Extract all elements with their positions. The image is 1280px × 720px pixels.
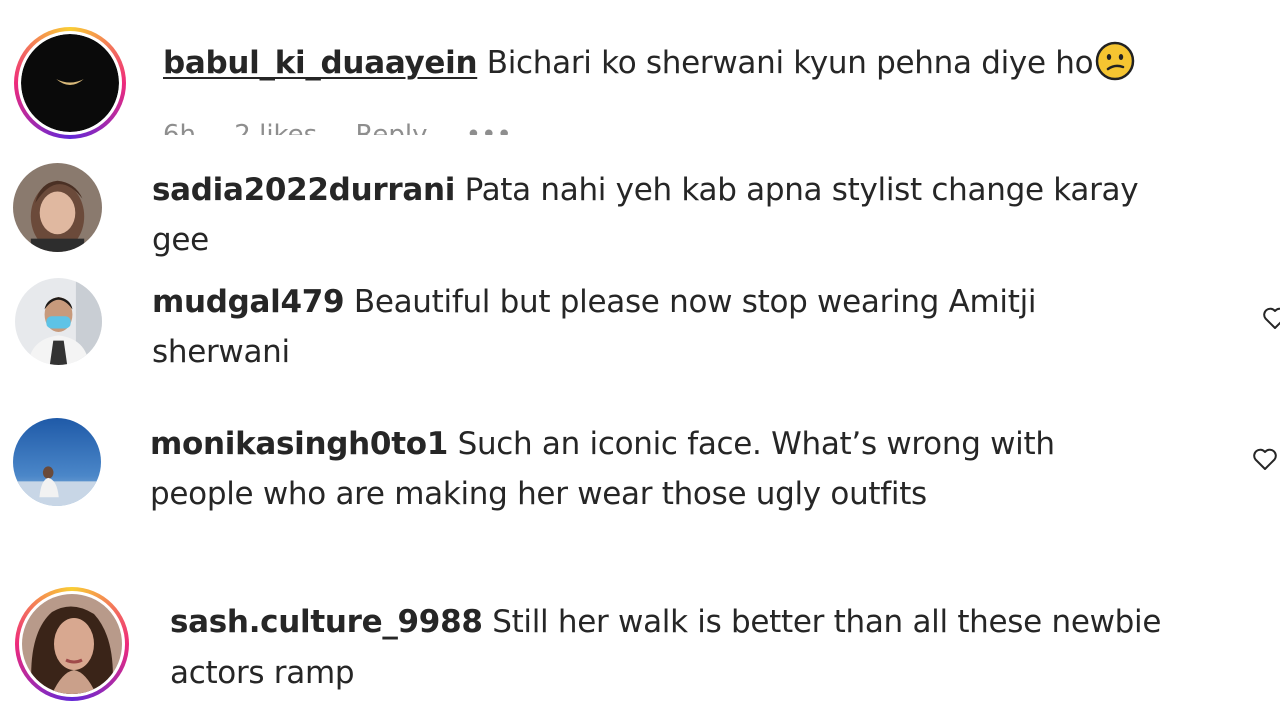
avatar[interactable] <box>15 278 102 365</box>
comment-likes[interactable]: 2 likes <box>234 120 317 135</box>
story-ring[interactable] <box>15 587 129 701</box>
comment-text: Pata nahi yeh kab apna stylist change ka… <box>464 172 1139 208</box>
avatar[interactable] <box>22 594 122 694</box>
heart-outline-icon[interactable] <box>1262 306 1280 330</box>
avatar[interactable] <box>13 418 101 506</box>
comment-meta: 6h 2 likes Reply ••• <box>163 118 542 135</box>
comment-text: Beautiful but please now stop wearing Am… <box>353 284 1037 320</box>
comment-username[interactable]: monikasingh0to1 <box>150 426 448 462</box>
confused-face-emoji <box>1096 41 1135 81</box>
comments-section: babul_ki_duaayein Bichari ko sherwani ky… <box>0 0 1280 720</box>
avatar-image <box>15 278 102 365</box>
comment-username[interactable]: sash.culture_9988 <box>170 604 483 640</box>
comment-text-continued: people who are making her wear those ugl… <box>150 476 927 512</box>
more-options-icon[interactable]: ••• <box>466 120 512 135</box>
comment-text: Still her walk is better than all these … <box>492 604 1162 640</box>
comment-time: 6h <box>163 120 197 135</box>
avatar-image <box>13 418 101 506</box>
comment-username[interactable]: babul_ki_duaayein <box>163 45 478 81</box>
comment-text-continued: sherwani <box>152 334 290 370</box>
avatar-image <box>13 163 102 252</box>
comment-text-continued: actors ramp <box>170 655 355 691</box>
reply-button[interactable]: Reply <box>356 120 428 135</box>
heart-outline-icon[interactable] <box>1252 447 1278 471</box>
comment-text: Such an iconic face. What’s wrong with <box>457 426 1055 462</box>
avatar[interactable] <box>21 34 119 132</box>
comment-username[interactable]: mudgal479 <box>152 284 345 320</box>
story-ring[interactable] <box>14 27 126 139</box>
comment-text: Bichari ko sherwani kyun pehna diye ho <box>486 45 1094 81</box>
comment-text-continued: gee <box>152 222 209 258</box>
comment-username[interactable]: sadia2022durrani <box>152 172 455 208</box>
avatar-image <box>22 594 122 694</box>
avatar[interactable] <box>13 163 102 252</box>
avatar-image <box>21 34 119 132</box>
